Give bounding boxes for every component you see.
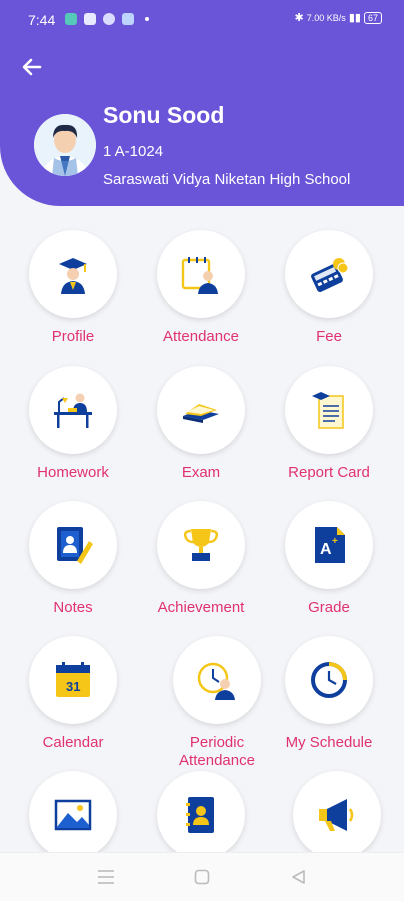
signal-icon: ▮▮	[348, 12, 361, 24]
back-triangle-icon[interactable]	[290, 869, 306, 885]
tile-label: Achievement	[157, 599, 245, 616]
avatar[interactable]	[34, 114, 96, 176]
tile-profile[interactable]: Profile	[13, 230, 133, 346]
trophy-icon	[183, 529, 219, 561]
student-avatar-icon	[34, 114, 96, 176]
tile-circle[interactable]	[173, 636, 261, 724]
fee-calculator-icon	[311, 258, 349, 292]
tile-label: My Schedule	[285, 734, 373, 751]
bluetooth-icon: ✱	[294, 12, 304, 24]
gallery-icon	[54, 799, 92, 831]
tile-notes[interactable]: Notes	[13, 501, 133, 617]
app-notification-icon	[65, 13, 77, 25]
calendar-icon: 31	[56, 662, 90, 697]
tile-calendar[interactable]: 31 Calendar	[13, 636, 133, 752]
megaphone-icon	[319, 799, 354, 831]
tile-achievement[interactable]: Achievement	[141, 501, 261, 617]
report-card-icon	[312, 392, 344, 429]
tile-periodic-attendance[interactable]: Periodic Attendance	[157, 636, 277, 770]
tile-circle[interactable]: 31	[29, 636, 117, 724]
tile-contacts[interactable]	[141, 771, 261, 859]
app-notification-icon	[84, 13, 96, 25]
tile-label: Calendar	[42, 734, 104, 751]
notes-icon	[57, 527, 93, 564]
tile-label: Homework	[37, 464, 109, 481]
tile-circle[interactable]	[285, 636, 373, 724]
student-class: 1 A-1024	[103, 143, 164, 160]
status-bar: 7:44 ✱ 7.00 KB/s ▮▮ 67	[0, 0, 404, 40]
calendar-day: 31	[66, 679, 80, 694]
periodic-attendance-icon	[197, 662, 235, 700]
tile-label: Notes	[53, 599, 93, 616]
network-speed: 7.00 KB/s	[306, 13, 346, 23]
tile-circle[interactable]	[29, 771, 117, 859]
tile-exam[interactable]: Exam	[141, 366, 261, 482]
homework-desk-icon	[54, 393, 92, 428]
app-notification-icon	[103, 13, 115, 25]
graduate-icon	[59, 258, 87, 294]
tile-circle[interactable]	[29, 501, 117, 589]
tile-label: Profile	[51, 328, 95, 345]
tile-label-line: Attendance	[179, 752, 255, 769]
tile-label: Grade	[308, 599, 350, 616]
tile-circle[interactable]: A +	[285, 501, 373, 589]
svg-text:+: +	[332, 536, 338, 547]
student-name: Sonu Sood	[103, 102, 225, 128]
dot-icon	[145, 17, 149, 21]
back-arrow-icon[interactable]	[20, 55, 44, 79]
tile-attendance[interactable]: Attendance	[141, 230, 261, 346]
exam-book-icon	[183, 404, 219, 423]
tile-label: Report Card	[288, 464, 370, 481]
tile-label: Fee	[316, 328, 342, 345]
tile-announcements[interactable]	[277, 771, 397, 859]
contacts-book-icon	[186, 797, 214, 833]
menu-icon[interactable]	[97, 869, 115, 885]
home-square-icon[interactable]	[194, 869, 210, 885]
tile-my-schedule[interactable]: My Schedule	[269, 636, 389, 752]
tile-label-line: Periodic	[189, 734, 245, 751]
tile-fee[interactable]: Fee	[269, 230, 389, 346]
tile-circle[interactable]	[157, 230, 245, 318]
school-name: Saraswati Vidya Niketan High School	[103, 171, 351, 188]
tile-circle[interactable]	[29, 366, 117, 454]
tile-circle[interactable]	[157, 366, 245, 454]
app-notification-icon	[122, 13, 134, 25]
svg-text:A: A	[320, 541, 332, 558]
tile-circle[interactable]	[293, 771, 381, 859]
tile-circle[interactable]	[157, 771, 245, 859]
tile-grade[interactable]: A + Grade	[269, 501, 389, 617]
tile-label: Periodic Attendance	[157, 734, 277, 770]
grade-icon: A +	[315, 527, 345, 563]
tile-label: Attendance	[163, 328, 239, 345]
tile-label: Exam	[181, 464, 221, 481]
tile-circle[interactable]	[29, 230, 117, 318]
tile-homework[interactable]: Homework	[13, 366, 133, 482]
tile-gallery[interactable]	[13, 771, 133, 859]
status-right: ✱ 7.00 KB/s ▮▮ 67	[294, 11, 382, 24]
schedule-clock-icon	[311, 662, 347, 698]
tile-circle[interactable]	[157, 501, 245, 589]
tile-report-card[interactable]: Report Card	[269, 366, 389, 482]
tile-circle[interactable]	[285, 366, 373, 454]
status-time: 7:44	[28, 12, 56, 28]
attendance-icon	[181, 257, 218, 294]
system-nav-bar	[0, 852, 404, 901]
battery-icon: 67	[363, 12, 382, 24]
tile-circle[interactable]	[285, 230, 373, 318]
